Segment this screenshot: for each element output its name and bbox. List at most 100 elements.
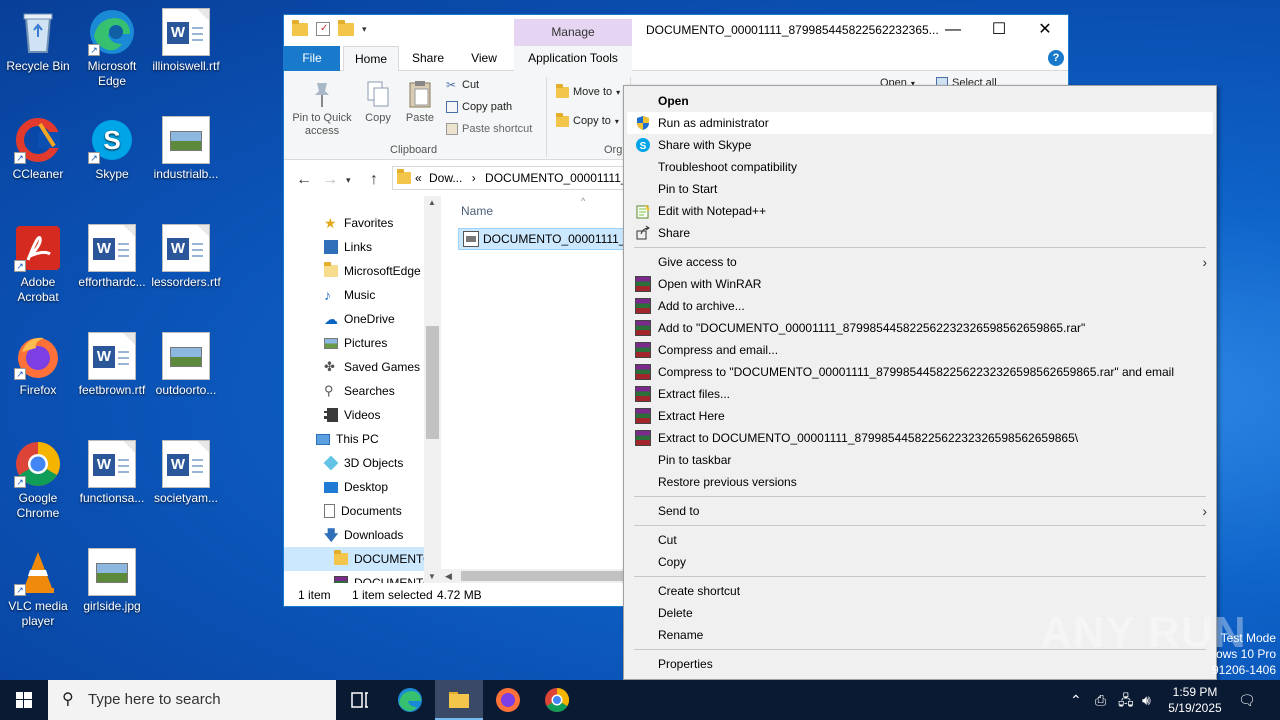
- desktop-icon-chrome[interactable]: ↗ Google Chrome: [0, 440, 76, 521]
- volume-icon[interactable]: 🔊︎: [1142, 680, 1151, 720]
- desktop-icon-girlside[interactable]: girlside.jpg: [74, 548, 150, 614]
- taskbar-clock[interactable]: 1:59 PM 5/19/2025: [1160, 684, 1230, 716]
- desktop-icon-outdoorto[interactable]: outdoorto...: [148, 332, 224, 398]
- nav-item-links[interactable]: Links: [284, 235, 424, 259]
- tab-home[interactable]: Home: [343, 46, 399, 72]
- nav-item-pictures[interactable]: Pictures: [284, 331, 424, 355]
- menu-item-give-access-to[interactable]: Give access to ›: [627, 251, 1213, 273]
- desktop-icon-acrobat[interactable]: ↗ Adobe Acrobat: [0, 224, 76, 305]
- pin-quick-access-button[interactable]: Pin to Quick access: [290, 79, 354, 138]
- menu-item-pin-to-start[interactable]: Pin to Start: [627, 178, 1213, 200]
- desktop-icon-societyam[interactable]: W societyam...: [148, 440, 224, 506]
- minimize-button[interactable]: —: [930, 15, 976, 46]
- move-to-button[interactable]: Move to ▾: [556, 83, 620, 98]
- notifications-icon[interactable]: 🗨︎: [1238, 680, 1256, 720]
- menu-item-share-with-skype[interactable]: S Share with Skype: [627, 134, 1213, 156]
- menu-item-send-to[interactable]: Send to ›: [627, 500, 1213, 522]
- menu-item-run-as-administrator[interactable]: Run as administrator: [627, 112, 1213, 134]
- task-view-button[interactable]: [336, 680, 384, 720]
- breadcrumb-overflow[interactable]: «: [415, 167, 422, 189]
- nav-item-onedrive[interactable]: ☁ OneDrive: [284, 307, 424, 331]
- nav-item-favorites[interactable]: ★ Favorites: [284, 211, 424, 235]
- scrollbar-thumb[interactable]: [461, 571, 631, 581]
- copy-path-button[interactable]: Copy path: [446, 101, 512, 113]
- copy-button[interactable]: Copy: [360, 79, 396, 125]
- copy-to-button[interactable]: Copy to ▾: [556, 112, 619, 127]
- nav-item-this-pc[interactable]: This PC: [284, 427, 424, 451]
- nav-item-searches[interactable]: ⚲ Searches: [284, 379, 424, 403]
- desktop-icon-vlc[interactable]: ↗ VLC media player: [0, 548, 76, 629]
- nav-item-downloads[interactable]: 🡇 Downloads: [284, 523, 424, 547]
- menu-item-extract-files[interactable]: Extract files...: [627, 383, 1213, 405]
- desktop-icon-efforthardc[interactable]: W efforthardc...: [74, 224, 150, 290]
- start-button[interactable]: [0, 680, 48, 720]
- file-list-scrollbar[interactable]: ◀: [441, 569, 631, 583]
- taskbar-search-box[interactable]: ⚲ Type here to search: [48, 680, 336, 720]
- menu-item-compress-and-email[interactable]: Compress and email...: [627, 339, 1213, 361]
- tab-file[interactable]: File: [284, 46, 340, 71]
- desktop-icon-lessorders[interactable]: W lessorders.rtf: [148, 224, 224, 290]
- nav-item-saved-games[interactable]: ✤ Saved Games: [284, 355, 424, 379]
- show-hidden-icons-button[interactable]: ⌃: [1070, 680, 1082, 720]
- desktop-icon-functionsa[interactable]: W functionsa...: [74, 440, 150, 506]
- desktop-icon-ccleaner[interactable]: ↗ CCleaner: [0, 116, 76, 182]
- desktop-icon-edge[interactable]: ↗ Microsoft Edge: [74, 8, 150, 89]
- tab-view[interactable]: View: [464, 46, 504, 71]
- scrollbar-thumb[interactable]: [426, 326, 439, 439]
- menu-item-add-to-archive[interactable]: Add to archive...: [627, 295, 1213, 317]
- taskbar-firefox[interactable]: [484, 680, 532, 720]
- menu-item-pin-to-taskbar[interactable]: Pin to taskbar: [627, 449, 1213, 471]
- taskbar-file-explorer[interactable]: [435, 680, 483, 720]
- customize-toolbar-icon[interactable]: ▾: [362, 24, 367, 35]
- menu-item-restore-previous-versions[interactable]: Restore previous versions: [627, 471, 1213, 493]
- tab-share[interactable]: Share: [406, 46, 450, 71]
- network-icon[interactable]: ⎙: [1095, 680, 1106, 720]
- nav-item-3d-objects[interactable]: 3D Objects: [284, 451, 424, 475]
- tab-application-tools[interactable]: Application Tools: [514, 46, 632, 71]
- ethernet-icon[interactable]: 🖧: [1118, 680, 1134, 720]
- menu-item-troubleshoot-compatibility[interactable]: Troubleshoot compatibility: [627, 156, 1213, 178]
- nav-item-documento-archive[interactable]: DOCUMENTO: [284, 571, 432, 583]
- back-button[interactable]: ←: [296, 171, 312, 189]
- taskbar-edge[interactable]: [386, 680, 434, 720]
- nav-item-documento-folder[interactable]: DOCUMENTO: [284, 547, 432, 571]
- nav-item-music[interactable]: ♪ Music: [284, 283, 424, 307]
- desktop-icon-firefox[interactable]: ↗ Firefox: [0, 332, 76, 398]
- menu-item-compress-to-rar-and-email[interactable]: Compress to "DOCUMENTO_00001111_87998544…: [627, 361, 1213, 383]
- menu-item-edit-with-notepadpp[interactable]: Edit with Notepad++: [627, 200, 1213, 222]
- properties-icon[interactable]: ✓: [316, 22, 330, 36]
- new-folder-icon[interactable]: [338, 19, 354, 36]
- menu-item-open-with-winrar[interactable]: Open with WinRAR: [627, 273, 1213, 295]
- nav-item-desktop[interactable]: Desktop: [284, 475, 424, 499]
- navigation-scrollbar[interactable]: ▲ ▼: [424, 196, 441, 583]
- menu-item-add-to-rar[interactable]: Add to "DOCUMENTO_00001111_8799854458225…: [627, 317, 1213, 339]
- desktop-icon-feetbrown[interactable]: W feetbrown.rtf: [74, 332, 150, 398]
- menu-item-share[interactable]: Share: [627, 222, 1213, 244]
- up-button[interactable]: ↑: [370, 171, 378, 189]
- desktop-icon-skype[interactable]: S ↗ Skype: [74, 116, 150, 182]
- maximize-button[interactable]: ☐: [976, 15, 1022, 46]
- menu-item-extract-here[interactable]: Extract Here: [627, 405, 1213, 427]
- menu-item-extract-to-folder[interactable]: Extract to DOCUMENTO_00001111_8799854458…: [627, 427, 1213, 449]
- close-button[interactable]: ✕: [1022, 15, 1068, 46]
- paste-shortcut-button[interactable]: Paste shortcut: [446, 123, 532, 135]
- cut-button[interactable]: ✂ Cut: [446, 79, 479, 91]
- menu-item-copy[interactable]: Copy: [627, 551, 1213, 573]
- menu-item-create-shortcut[interactable]: Create shortcut: [627, 580, 1213, 602]
- recent-locations-button[interactable]: ▾: [346, 175, 351, 186]
- address-bar[interactable]: « Dow... › DOCUMENTO_00001111_87: [392, 166, 632, 190]
- desktop-icon-illinoiswell[interactable]: W illinoiswell.rtf: [148, 8, 224, 74]
- menu-item-cut[interactable]: Cut: [627, 529, 1213, 551]
- paste-button[interactable]: Paste: [402, 79, 438, 125]
- manage-tab[interactable]: Manage: [514, 19, 632, 46]
- nav-item-microsoftedge[interactable]: MicrosoftEdge: [284, 259, 424, 283]
- forward-button[interactable]: →: [322, 171, 338, 189]
- nav-item-videos[interactable]: Videos: [284, 403, 424, 427]
- taskbar-chrome[interactable]: [533, 680, 581, 720]
- column-header-name[interactable]: Name: [461, 204, 493, 218]
- breadcrumb-downloads[interactable]: Dow...: [429, 171, 462, 185]
- desktop-icon-industrialb[interactable]: industrialb...: [148, 116, 224, 182]
- file-item[interactable]: DOCUMENTO_00001111_87: [458, 228, 628, 250]
- help-icon[interactable]: ?: [1048, 50, 1064, 66]
- menu-item-open[interactable]: Open: [627, 90, 1213, 112]
